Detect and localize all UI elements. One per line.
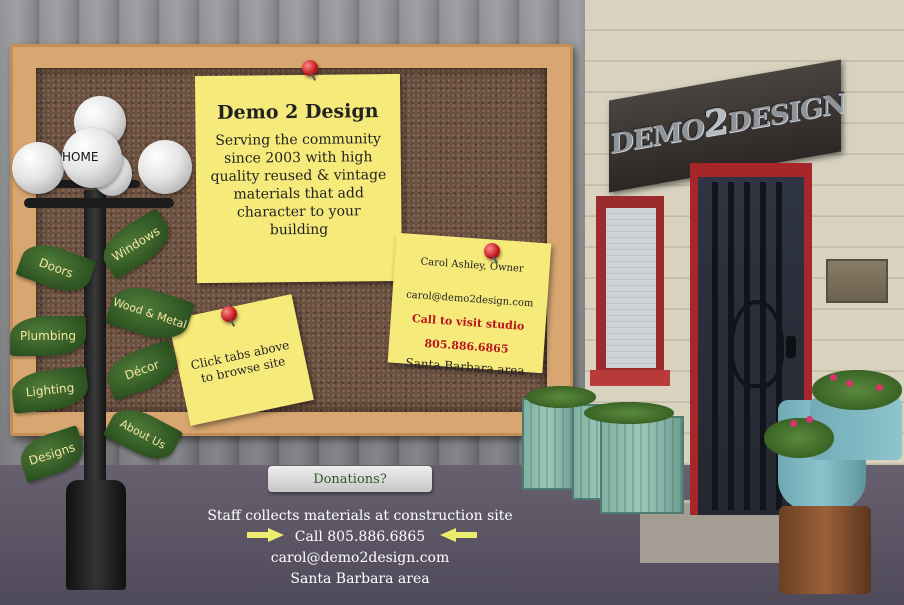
arrow-right-icon: [247, 532, 269, 538]
nav-home[interactable]: HOME: [62, 150, 98, 164]
plant-foliage: [812, 370, 902, 410]
lamp-globe: [12, 142, 64, 194]
door-bar: [712, 182, 718, 510]
window-blinds: [606, 208, 656, 368]
donations-button[interactable]: Donations?: [268, 466, 432, 492]
footer-collects: Staff collects materials at construction…: [207, 508, 513, 524]
footer-email[interactable]: carol@demo2design.com: [180, 548, 540, 569]
mailbox: [826, 259, 888, 303]
sign-number: 2: [703, 99, 728, 146]
planter-box: [600, 416, 684, 514]
flower: [790, 420, 797, 427]
lamp-base: [66, 480, 126, 590]
lamp-arm: [24, 198, 174, 208]
pushpin-icon: [484, 243, 500, 259]
plant-foliage: [764, 418, 834, 458]
intro-note: Demo 2 Design Serving the community sinc…: [194, 73, 403, 284]
arrow-right-icon: [268, 528, 284, 542]
flower: [846, 380, 853, 387]
window-sill: [590, 370, 670, 386]
door-handle: [786, 336, 796, 358]
flower: [876, 384, 883, 391]
footer-contact: Staff collects materials at construction…: [180, 506, 540, 590]
pushpin-icon: [221, 306, 237, 322]
intro-text: Serving the community since 2003 with hi…: [210, 131, 387, 239]
plant-foliage: [584, 402, 674, 424]
flower: [830, 374, 837, 381]
nav-plumbing[interactable]: Plumbing: [10, 316, 86, 356]
footer-phone: Call 805.886.6865: [294, 529, 426, 545]
contact-note: Carol Ashley, Owner carol@demo2design.co…: [387, 232, 552, 378]
flower: [806, 416, 813, 423]
owner-name: Carol Ashley, Owner: [420, 256, 525, 275]
site-title: Demo 2 Design: [217, 100, 379, 124]
door-scroll-ornament: [730, 300, 784, 388]
pushpin-icon: [302, 60, 318, 76]
tree-stump: [779, 506, 871, 594]
lamp-globe: [138, 140, 192, 194]
arrow-left-icon: [440, 528, 456, 542]
footer-area: Santa Barbara area: [290, 571, 430, 587]
call-to-visit: Call to visit studio: [411, 312, 525, 333]
tabs-hint-text: Click tabs above to browse site: [189, 337, 291, 386]
owner-email[interactable]: carol@demo2design.com: [392, 289, 547, 312]
planter-box: [522, 398, 576, 490]
arrow-left-icon: [455, 532, 477, 538]
